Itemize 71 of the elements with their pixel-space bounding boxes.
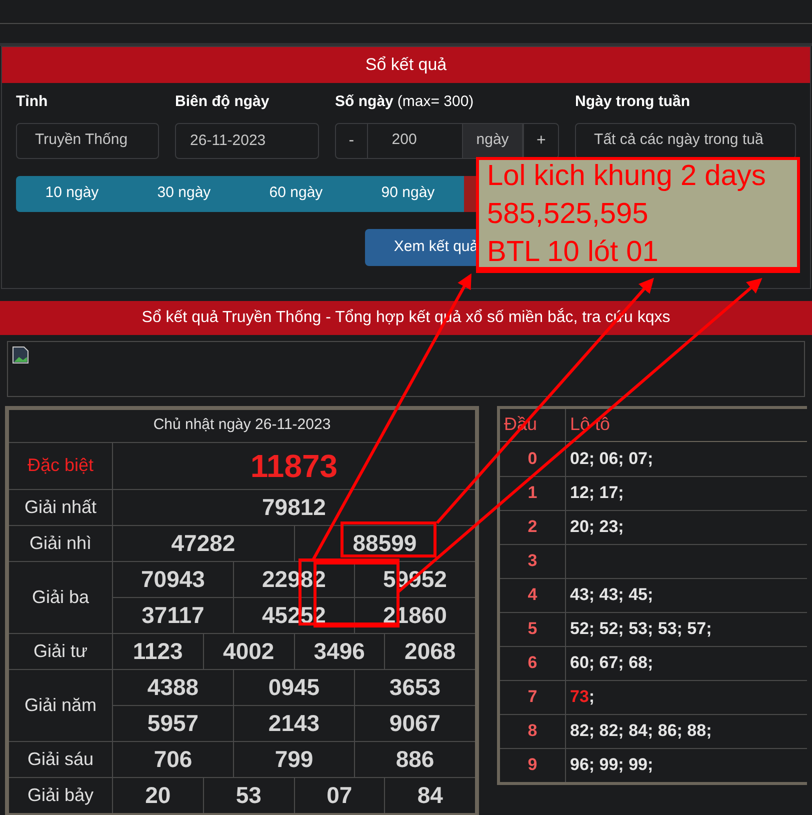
prize-number: 0945 [233,670,354,704]
head-digit: 3 [500,544,566,578]
prize-number: 5957 [146,708,200,738]
prize-number: 79812 [261,492,327,522]
prize-name: Giải năm [9,670,113,740]
prize-number: 11873 [249,446,339,486]
prize-name: Giải ba [9,562,113,632]
prize-number: 4388 [146,672,200,702]
prize-number: 3653 [354,670,475,704]
prize-number: 2068 [384,634,475,668]
note-text: 585,525,595 [487,196,650,232]
prize-number: 07 [294,778,384,812]
prize-name: Giải bảy [9,778,113,812]
field-label: Ngày trong tuần [575,92,690,112]
plus-button[interactable]: + [523,122,560,158]
prize-number: 1123 [132,636,184,666]
prize-number: 886 [354,742,475,776]
prize-number: 53 [202,778,294,812]
prize-number: 9067 [354,706,475,740]
range-tab[interactable]: 10 ngày [16,176,128,212]
head-digit: 6 [500,646,566,680]
field-label: Tỉnh [16,92,48,112]
range-tab[interactable]: 60 ngày [240,176,352,212]
minus-button[interactable]: - [335,122,368,158]
results-date: Chủ nhật ngày 26-11-2023 [152,415,332,436]
days-input[interactable]: 200 [368,122,462,158]
loto-numbers: 12; 17; [570,482,624,504]
prize-number: 47282 [170,528,236,558]
field-label: Số ngày [335,92,394,112]
prize-number: 20 [144,780,172,810]
prize-number: 3496 [294,634,384,668]
select-field[interactable]: Tất cả các ngày trong tuầ [575,122,796,158]
head-digit: 0 [500,442,566,476]
range-tab[interactable]: 90 ngày [352,176,464,212]
field-hint: (max= 300) [397,92,474,112]
loto-numbers: 02; 06; 07; [570,448,654,470]
prize-name: Giải nhất [9,490,113,524]
prize-number: 706 [152,744,194,774]
loto-numbers: 96; 99; 99; [570,754,654,776]
prize-number: 37117 [140,600,206,630]
prize-name: Giải nhì [9,526,113,560]
select-field[interactable]: Truyền Thống [16,122,160,158]
prize-number: 799 [233,742,354,776]
prize-number: 88599 [294,526,475,560]
prize-number: 70943 [140,564,206,594]
head-digit: 8 [500,714,566,748]
head-digit: 2 [500,510,566,544]
loto-numbers: 82; 82; 84; 86; 88; [570,720,712,742]
range-tab[interactable]: 30 ngày [128,176,240,212]
unit-label: ngày [462,122,524,158]
prize-number: 84 [384,778,475,812]
head-digit: 5 [500,612,566,646]
prize-number: 4002 [202,634,294,668]
loto-numbers: 52; 52; 53; 53; 57; [570,618,712,640]
broken-image-icon [12,346,30,364]
head-digit: 1 [500,476,566,510]
loto-numbers: 20; 23; [570,516,624,538]
loto-numbers: 43; 43; 45; [570,584,654,606]
note-text: Lol kich khung 2 days [487,158,767,194]
prize-number: 2143 [233,706,354,740]
prize-name: Giải sáu [9,742,113,776]
date-input[interactable]: 26-11-2023 [175,122,320,158]
loto-numbers: 73; [570,686,595,708]
loto-numbers: 60; 67; 68; [570,652,654,674]
prize-name: Giải tư [9,634,113,668]
head-digit: 7 [500,680,566,714]
panel-header: Sổ kết quả [2,47,810,83]
field-label: Biên độ ngày [175,92,270,112]
head-digit: 9 [500,748,566,782]
head-digit: 4 [500,578,566,612]
prize-name: Đặc biệt [9,442,113,488]
